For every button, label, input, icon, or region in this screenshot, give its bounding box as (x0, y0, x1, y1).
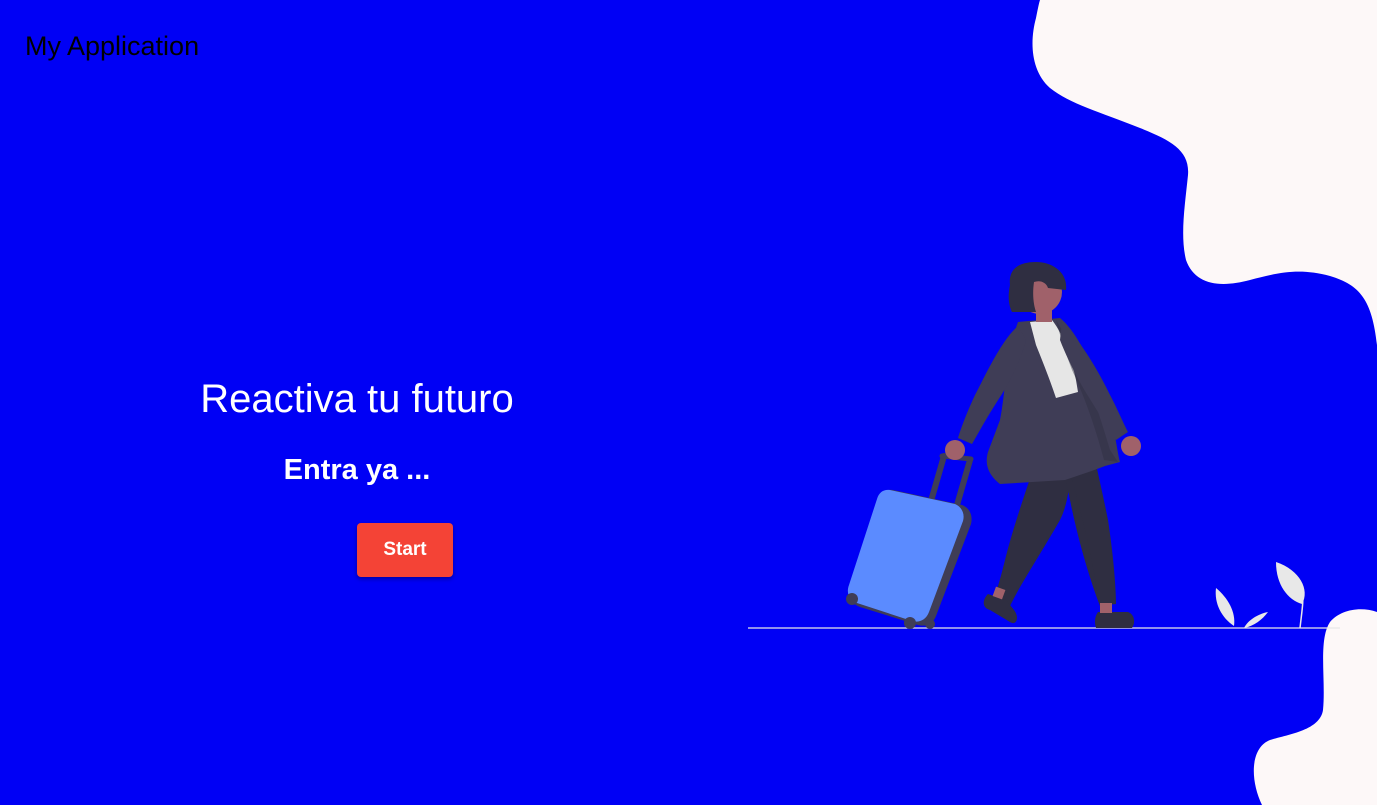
person-illustration (945, 262, 1141, 628)
start-button[interactable]: Start (357, 523, 453, 577)
app-title: My Application (25, 31, 200, 61)
hero-subtitle: Entra ya ... (283, 454, 431, 486)
hero-title: Reactiva tu futuro (200, 377, 514, 421)
plant-icon (1215, 562, 1305, 629)
landing-page: My Application Reactiva tu futuro Entra … (0, 0, 1377, 805)
hero-section: Reactiva tu futuro Entra ya ... (157, 375, 557, 488)
suitcase-icon (846, 489, 972, 629)
